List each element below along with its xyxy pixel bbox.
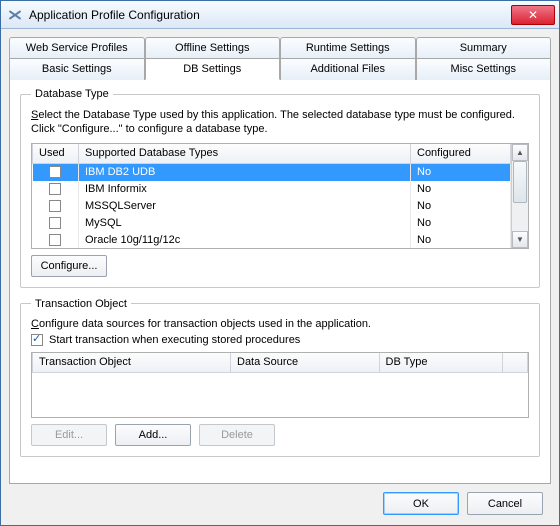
scroll-track[interactable]: [512, 161, 528, 231]
table-row[interactable]: Oracle 10g/11g/12c No: [33, 232, 511, 248]
tab-row-1: Web Service Profiles Offline Settings Ru…: [9, 37, 551, 58]
scroll-up-button[interactable]: ▲: [512, 144, 528, 161]
edit-button: Edit...: [31, 424, 107, 446]
db-name: IBM DB2 UDB: [79, 164, 411, 181]
ok-button[interactable]: OK: [383, 492, 459, 515]
window-title: Application Profile Configuration: [29, 8, 511, 22]
used-checkbox[interactable]: [49, 200, 61, 212]
start-transaction-label: Start transaction when executing stored …: [49, 334, 300, 346]
db-configured: No: [411, 215, 511, 232]
transaction-object-table[interactable]: Transaction Object Data Source DB Type: [32, 353, 528, 374]
transaction-object-grid: Transaction Object Data Source DB Type: [31, 352, 529, 418]
db-configured: No: [411, 181, 511, 198]
cancel-button[interactable]: Cancel: [467, 492, 543, 515]
tab-basic-settings[interactable]: Basic Settings: [9, 58, 145, 80]
tab-db-settings[interactable]: DB Settings: [145, 58, 281, 80]
tab-panel-db-settings: Database Type Select the Database Type u…: [9, 79, 551, 484]
tab-offline-settings[interactable]: Offline Settings: [145, 37, 281, 58]
dialog-footer: OK Cancel: [9, 484, 551, 515]
transaction-object-hint: Configure data sources for transaction o…: [31, 318, 529, 330]
db-name: MSSQLServer: [79, 198, 411, 215]
db-name: IBM Informix: [79, 181, 411, 198]
group-database-type: Database Type Select the Database Type u…: [20, 88, 540, 288]
tab-row-2: Basic Settings DB Settings Additional Fi…: [9, 58, 551, 80]
title-bar: Application Profile Configuration ✕: [1, 1, 559, 29]
col-data-source[interactable]: Data Source: [231, 353, 380, 373]
tabs: Web Service Profiles Offline Settings Ru…: [9, 37, 551, 80]
group-transaction-object-legend: Transaction Object: [31, 298, 131, 310]
table-row[interactable]: MSSQLServer No: [33, 198, 511, 215]
database-type-table[interactable]: Used Supported Database Types Configured…: [32, 144, 511, 248]
group-database-type-legend: Database Type: [31, 88, 113, 100]
db-name: MySQL: [79, 215, 411, 232]
dialog-window: Application Profile Configuration ✕ Web …: [0, 0, 560, 526]
database-type-grid: Used Supported Database Types Configured…: [31, 143, 529, 249]
col-used[interactable]: Used: [33, 144, 79, 164]
configure-button[interactable]: Configure...: [31, 255, 107, 277]
col-configured[interactable]: Configured: [411, 144, 511, 164]
db-configured: No: [411, 164, 511, 181]
col-empty[interactable]: [503, 353, 528, 373]
start-transaction-option[interactable]: Start transaction when executing stored …: [31, 334, 529, 346]
table-row[interactable]: IBM DB2 UDB No: [33, 164, 511, 181]
table-row[interactable]: MySQL No: [33, 215, 511, 232]
table-row[interactable]: IBM Informix No: [33, 181, 511, 198]
col-transaction-object[interactable]: Transaction Object: [33, 353, 231, 373]
tab-runtime-settings[interactable]: Runtime Settings: [280, 37, 416, 58]
db-name: Oracle 10g/11g/12c: [79, 232, 411, 248]
tab-web-service-profiles[interactable]: Web Service Profiles: [9, 37, 145, 58]
delete-button: Delete: [199, 424, 275, 446]
table-header-row: Used Supported Database Types Configured: [33, 144, 511, 164]
table-header-row: Transaction Object Data Source DB Type: [33, 353, 528, 373]
db-configured: No: [411, 232, 511, 248]
col-db-type[interactable]: DB Type: [379, 353, 503, 373]
col-supported-database-types[interactable]: Supported Database Types: [79, 144, 411, 164]
group-transaction-object: Transaction Object Configure data source…: [20, 298, 540, 457]
used-checkbox[interactable]: [49, 166, 61, 178]
close-icon: ✕: [528, 8, 538, 22]
used-checkbox[interactable]: [49, 183, 61, 195]
vertical-scrollbar[interactable]: ▲ ▼: [511, 144, 528, 248]
tab-summary[interactable]: Summary: [416, 37, 552, 58]
used-checkbox[interactable]: [49, 234, 61, 246]
client-area: Web Service Profiles Offline Settings Ru…: [1, 29, 559, 525]
app-icon: [7, 7, 23, 23]
scroll-thumb[interactable]: [513, 161, 527, 203]
used-checkbox[interactable]: [49, 217, 61, 229]
db-configured: No: [411, 198, 511, 215]
tab-misc-settings[interactable]: Misc Settings: [416, 58, 552, 80]
tab-additional-files[interactable]: Additional Files: [280, 58, 416, 80]
start-transaction-checkbox[interactable]: [31, 334, 43, 346]
database-type-hint: Select the Database Type used by this ap…: [31, 108, 529, 137]
scroll-down-button[interactable]: ▼: [512, 231, 528, 248]
add-button[interactable]: Add...: [115, 424, 191, 446]
close-button[interactable]: ✕: [511, 5, 555, 25]
